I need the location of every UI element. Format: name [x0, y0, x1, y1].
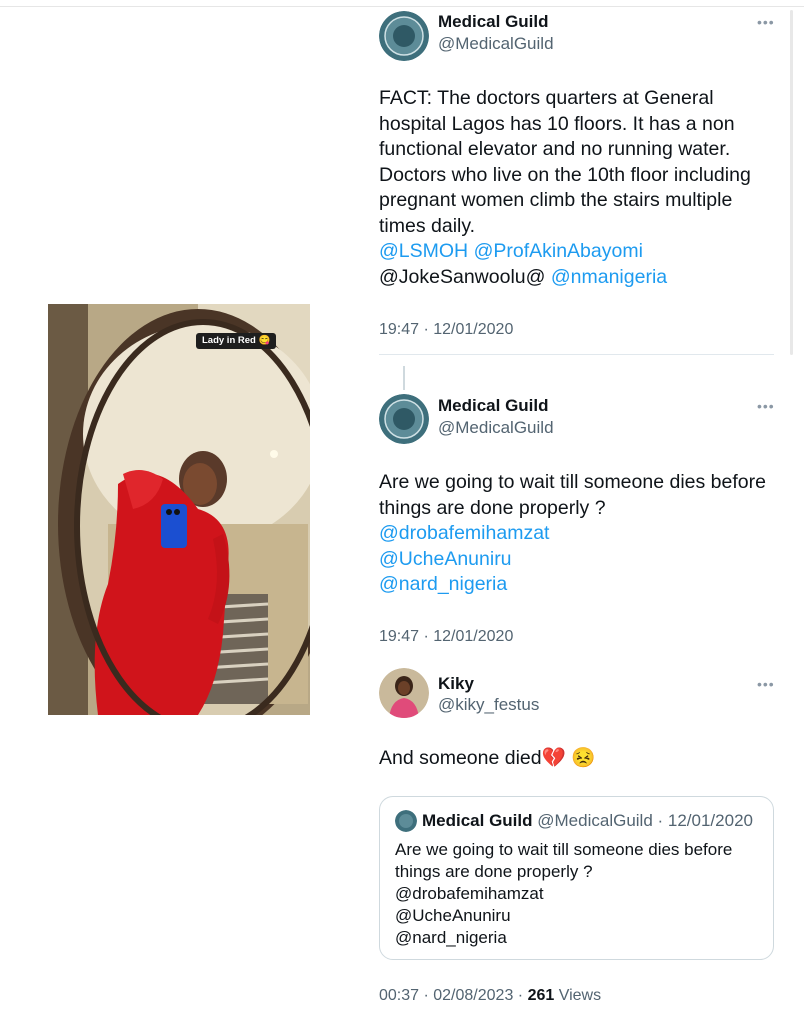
author-name[interactable]: Medical Guild	[438, 396, 549, 416]
tweet-text: Are we going to wait till someone dies b…	[379, 470, 766, 598]
mention-link[interactable]: @ProfAkinAbayomi	[474, 240, 643, 262]
author-handle[interactable]: @kiky_festus	[438, 695, 539, 715]
divider	[379, 354, 774, 355]
thread-connector	[403, 366, 405, 390]
top-divider	[0, 6, 804, 7]
tweet-timestamp[interactable]: 19:47 · 12/01/2020	[379, 321, 513, 339]
views-count: 261	[527, 987, 555, 1004]
mirror-selfie-photo	[48, 304, 310, 715]
mention-link[interactable]: @drobafemihamzat	[379, 521, 766, 547]
mention-link[interactable]: @UcheAnuniru	[379, 547, 766, 573]
photo-caption-sticker: Lady in Red 😋	[196, 333, 277, 349]
more-options-icon[interactable]: •••	[757, 676, 775, 692]
author-name[interactable]: Kiky	[438, 674, 474, 694]
quoted-tweet-header: Medical Guild @MedicalGuild · 12/01/2020	[422, 811, 753, 831]
author-handle[interactable]: @MedicalGuild	[438, 34, 554, 54]
scrollbar[interactable]	[790, 10, 793, 355]
broken-heart-and-persevering-face-emoji: 💔 😣	[541, 747, 596, 769]
tweet-timestamp[interactable]: 19:47 · 12/01/2020	[379, 628, 513, 646]
more-options-icon[interactable]: •••	[757, 398, 775, 414]
mention-link[interactable]: @LSMOH	[379, 240, 468, 262]
quoted-author-handle-date: @MedicalGuild · 12/01/2020	[537, 811, 753, 830]
author-handle[interactable]: @MedicalGuild	[438, 418, 554, 438]
tweet-text: And someone died💔 😣	[379, 747, 596, 769]
quoted-author-avatar	[395, 810, 417, 832]
medical-guild-avatar[interactable]	[379, 11, 429, 61]
quoted-tweet-card[interactable]: Medical Guild @MedicalGuild · 12/01/2020…	[379, 796, 774, 960]
more-options-icon[interactable]: •••	[757, 14, 775, 30]
kiky-avatar[interactable]	[379, 668, 429, 718]
mention-link[interactable]: @nmanigeria	[551, 266, 667, 288]
medical-guild-avatar[interactable]	[379, 394, 429, 444]
tweet-timestamp-views[interactable]: 00:37 · 02/08/2023 · 261 Views	[379, 987, 601, 1005]
quoted-tweet-text: Are we going to wait till someone dies b…	[395, 840, 733, 947]
author-name[interactable]: Medical Guild	[438, 12, 549, 32]
mention-link[interactable]: @nard_nigeria	[379, 572, 766, 598]
mention-plain: @JokeSanwoolu@	[379, 265, 546, 288]
quoted-author-name: Medical Guild	[422, 811, 533, 830]
tweet-text: FACT: The doctors quarters at General ho…	[379, 87, 751, 288]
